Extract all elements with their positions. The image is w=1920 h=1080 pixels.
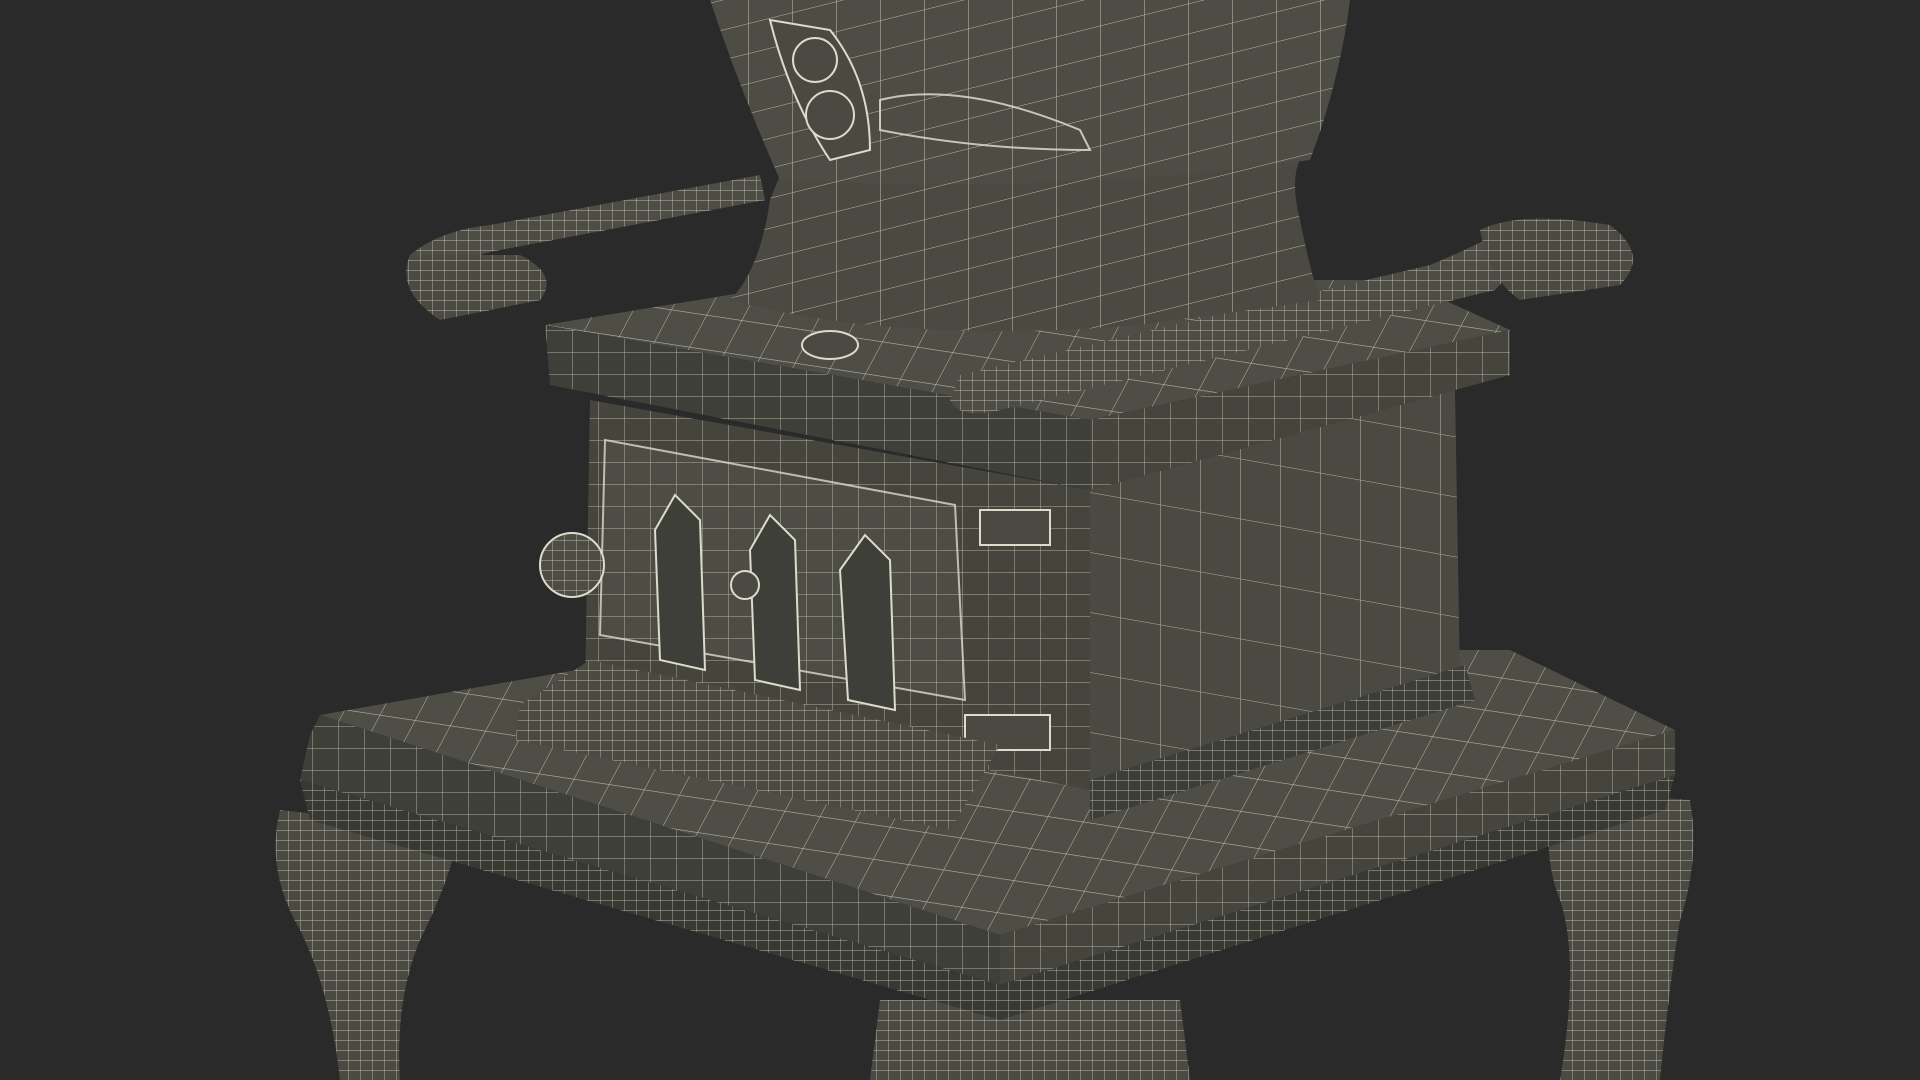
air-control-knob	[539, 532, 605, 598]
stove-flue-collar	[730, 160, 1320, 332]
top-plate-knob	[801, 330, 859, 360]
stove-leg-front-center	[870, 1000, 1190, 1080]
door-latch-knob	[730, 570, 760, 600]
wireframe-render-canvas	[275, 0, 1694, 1080]
door-hinge-top	[979, 509, 1051, 546]
door-arch-window-center	[748, 513, 802, 692]
door-arch-window-right	[838, 533, 897, 712]
door-arch-window-left	[653, 493, 707, 672]
